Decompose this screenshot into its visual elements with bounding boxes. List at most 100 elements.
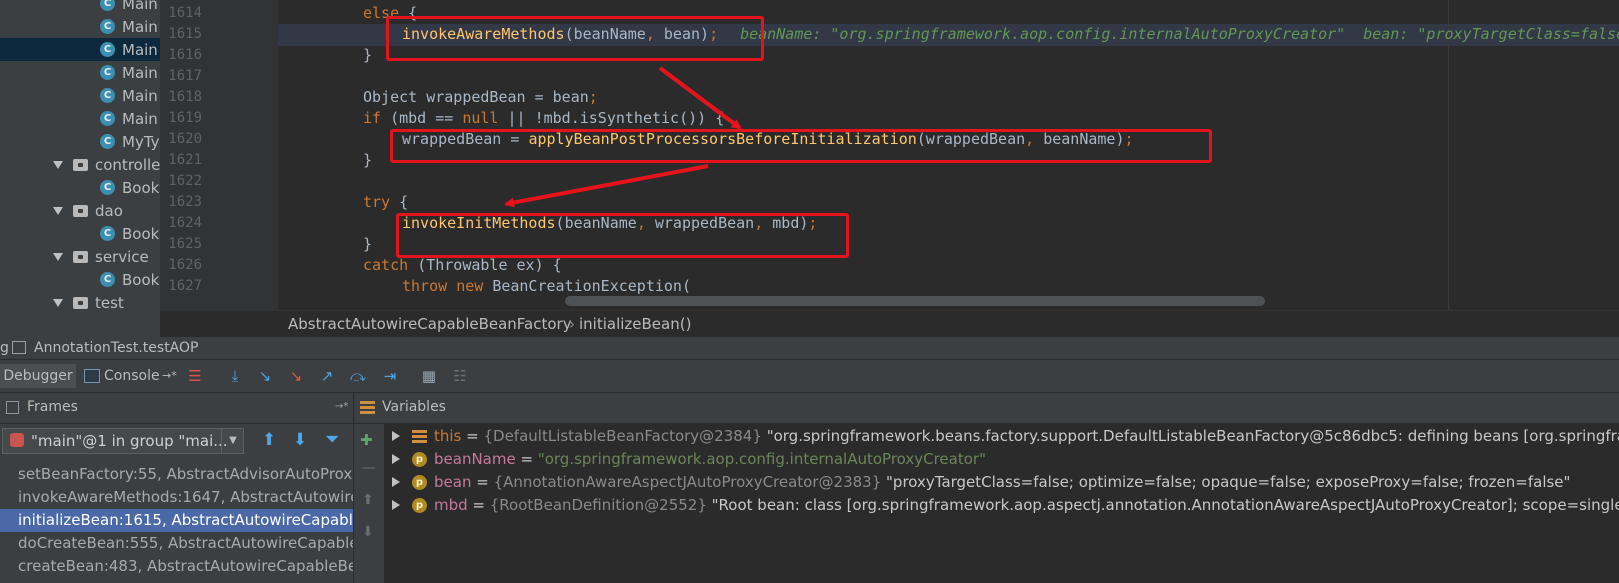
variables-title: Variables: [382, 399, 446, 415]
tree-item-label: Main: [122, 17, 158, 36]
line-number: 1616: [168, 47, 202, 63]
parameter-icon: p: [412, 498, 427, 513]
stack-frame[interactable]: createBean:483, AbstractAutowireCapableB…: [0, 555, 353, 578]
breadcrumb: AbstractAutowireCapableBeanFactory › ini…: [160, 310, 1619, 337]
tree-item[interactable]: C Main: [0, 61, 160, 84]
parameter-icon: p: [412, 452, 427, 467]
tree-item[interactable]: C MyTy: [0, 130, 160, 153]
line-number: 1619: [168, 110, 202, 126]
frames-icon: [6, 401, 19, 414]
line-number: 1621: [168, 152, 202, 168]
drop-frame-icon[interactable]: ⤼: [349, 368, 367, 384]
variable-value: "org.springframework.beans.factory.suppo…: [766, 427, 1619, 445]
folder-icon: [73, 250, 88, 263]
class-icon: C: [100, 0, 115, 11]
stack-frame[interactable]: setBeanFactory:55, AbstractAdvisorAutoPr…: [0, 463, 353, 486]
class-icon: C: [100, 134, 115, 149]
debug-run-bar: g AnnotationTest.testAOP: [0, 337, 1619, 360]
tree-folder[interactable]: test: [0, 291, 160, 314]
filter-icon[interactable]: ⏷: [325, 429, 339, 450]
tree-item[interactable]: C Book: [0, 268, 160, 291]
variables-icon: [360, 401, 375, 414]
tree-item-label: Main: [122, 40, 158, 59]
move-up-icon[interactable]: ⬆: [362, 492, 374, 508]
tree-item[interactable]: C Main: [0, 0, 160, 15]
equals-sign: =: [471, 473, 494, 491]
run-label-prefix: g: [0, 340, 9, 356]
step-into-icon[interactable]: ↘: [256, 368, 274, 384]
step-out-icon[interactable]: ↗: [318, 368, 336, 384]
tree-item[interactable]: C Main: [0, 107, 160, 130]
run-config-name[interactable]: AnnotationTest.testAOP: [34, 340, 198, 356]
tree-item[interactable]: C Book: [0, 222, 160, 245]
chevron-down-icon[interactable]: [53, 160, 63, 169]
trace-icon[interactable]: ☷: [451, 368, 469, 384]
expand-icon[interactable]: [392, 500, 400, 510]
tree-item[interactable]: C Main: [0, 15, 160, 38]
tab-console[interactable]: Console: [104, 364, 160, 388]
variables-panel: Variables ✚ — ⬆ ⬇ this = {DefaultListabl…: [354, 393, 1619, 583]
frames-pin-icon[interactable]: →*: [335, 401, 348, 412]
line-number: 1620: [168, 131, 202, 147]
variable-value: "Root bean: class [org.springframework.a…: [711, 496, 1619, 514]
tree-item[interactable]: C Main: [0, 84, 160, 107]
expand-icon[interactable]: [392, 477, 400, 487]
stack-frame[interactable]: initializeBean:1615, AbstractAutowireCap…: [0, 509, 353, 532]
class-icon: C: [100, 88, 115, 103]
parameter-icon: p: [412, 475, 427, 490]
tree-item[interactable]: C Main: [0, 38, 160, 61]
chevron-down-icon[interactable]: [53, 252, 63, 261]
show-execution-point-icon[interactable]: ☰: [186, 368, 204, 384]
frames-panel: Frames →* "main"@1 in group "mai... ▼ ⬆ …: [0, 393, 353, 583]
evaluate-expression-icon[interactable]: ▦: [420, 368, 438, 384]
breadcrumb-class[interactable]: AbstractAutowireCapableBeanFactory: [288, 315, 572, 333]
thread-selector[interactable]: "main"@1 in group "mai... ▼: [2, 428, 244, 454]
variable-row[interactable]: p beanName = "org.springframework.aop.con…: [384, 448, 986, 471]
step-over-icon[interactable]: ⤓: [226, 368, 244, 384]
variable-name: bean: [434, 473, 472, 491]
tree-item-label: dao: [95, 201, 123, 220]
tree-item-label: Main: [122, 109, 158, 128]
expand-icon[interactable]: [392, 454, 400, 464]
tree-item-label: MyTy: [122, 132, 160, 151]
new-watch-icon[interactable]: ✚: [360, 431, 373, 449]
project-tree: C Main C Main C Main C Main C Main C Main C MyTy contr…: [0, 0, 160, 340]
chevron-down-icon[interactable]: [53, 206, 63, 215]
class-icon: C: [100, 226, 115, 241]
line-number: 1614: [168, 5, 202, 21]
variable-row[interactable]: this = {DefaultListableBeanFactory@2384}…: [384, 425, 1619, 448]
equals-sign: =: [515, 450, 538, 468]
breadcrumb-method[interactable]: initializeBean(): [579, 315, 691, 333]
tree-item-label: controller: [95, 155, 160, 174]
next-frame-icon[interactable]: ⬇: [293, 430, 307, 450]
previous-frame-icon[interactable]: ⬆: [262, 430, 276, 450]
variable-row[interactable]: p mbd = {RootBeanDefinition@2552} "Root b…: [384, 494, 1619, 517]
equals-sign: =: [467, 496, 490, 514]
editor-horizontal-scrollbar[interactable]: [565, 296, 1619, 306]
variable-row[interactable]: p bean = {AnnotationAwareAspectJAutoProxy…: [384, 471, 1570, 494]
tree-folder[interactable]: dao: [0, 199, 160, 222]
console-icon: [84, 369, 100, 383]
expand-icon[interactable]: [392, 431, 400, 441]
move-down-icon[interactable]: ⬇: [362, 524, 374, 540]
tree-folder[interactable]: controller: [0, 153, 160, 176]
tree-folder[interactable]: service: [0, 245, 160, 268]
tab-debugger[interactable]: Debugger: [0, 364, 76, 388]
line-number: 1622: [168, 173, 202, 189]
force-step-into-icon[interactable]: ↘: [287, 368, 305, 384]
remove-watch-icon[interactable]: —: [362, 460, 376, 476]
run-to-cursor-icon[interactable]: ⇥: [381, 368, 399, 384]
tree-item[interactable]: C Book: [0, 176, 160, 199]
equals-sign: =: [461, 427, 484, 445]
stack-frame[interactable]: doCreateBean:555, AbstractAutowireCapabl…: [0, 532, 353, 555]
chevron-down-icon[interactable]: [53, 298, 63, 307]
console-pin-icon[interactable]: →*: [162, 364, 177, 388]
variable-name: mbd: [434, 496, 468, 514]
chevron-down-icon[interactable]: ▼: [221, 429, 244, 453]
variable-name: this: [434, 427, 462, 445]
run-config-icon: [12, 341, 26, 354]
variable-value: "org.springframework.aop.config.internal…: [537, 450, 986, 468]
stack-frame[interactable]: invokeAwareMethods:1647, AbstractAutowir…: [0, 486, 353, 509]
scrollbar-thumb[interactable]: [565, 296, 1265, 306]
code-editor[interactable]: else {invokeAwareMethods(beanName, bean)…: [278, 0, 1619, 310]
